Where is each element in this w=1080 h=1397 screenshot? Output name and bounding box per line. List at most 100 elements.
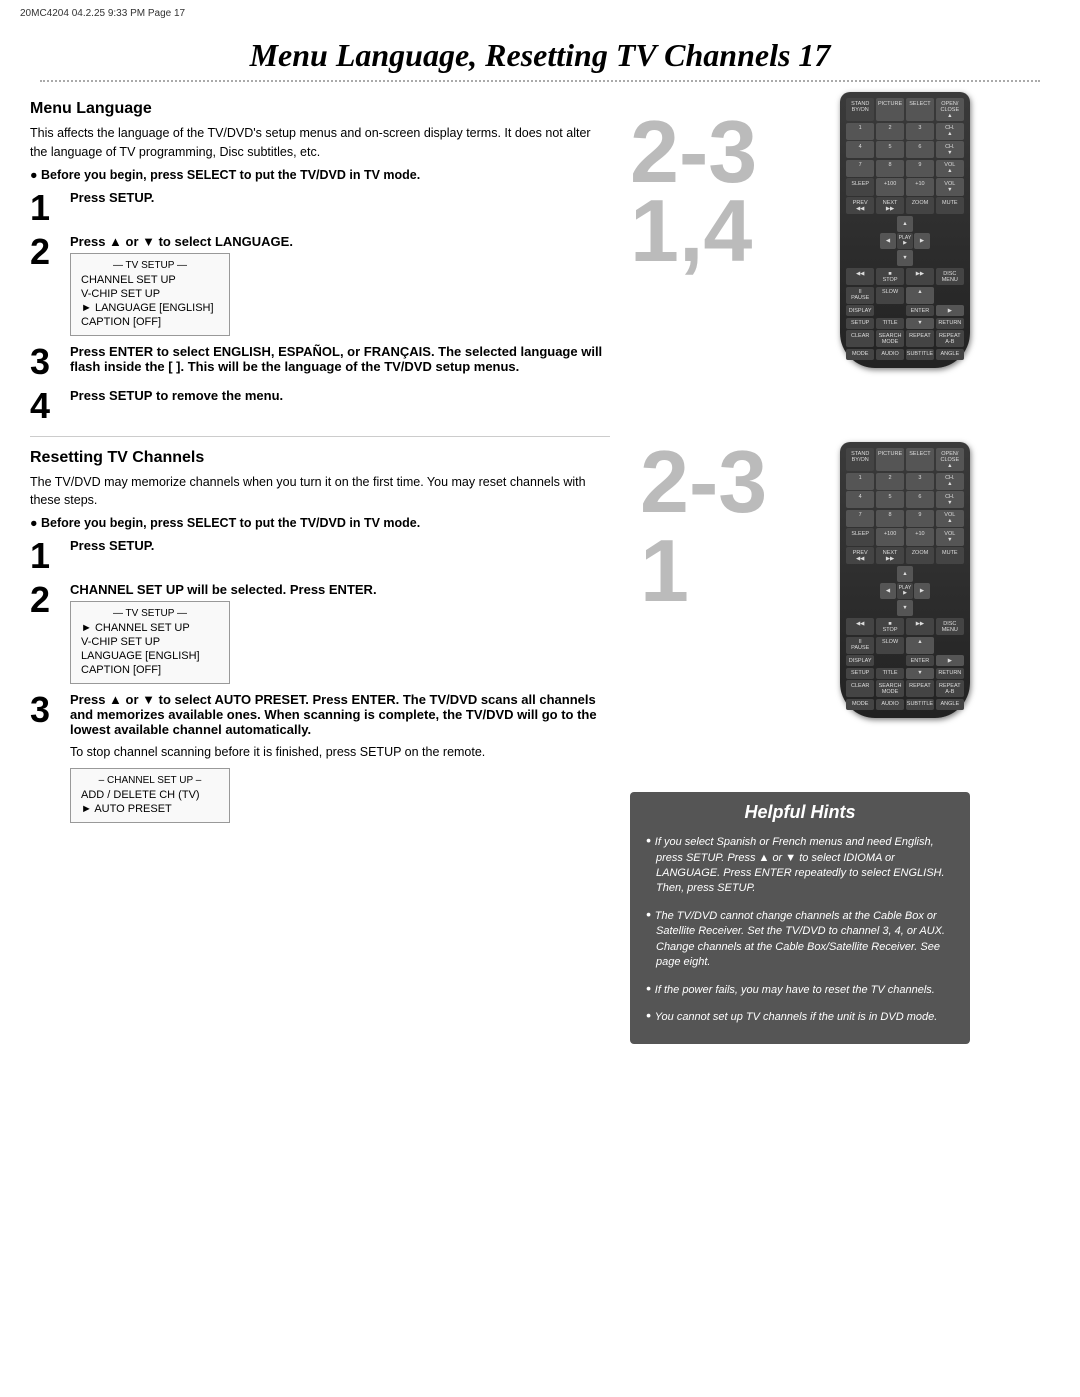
- b-btn-2[interactable]: 2: [876, 473, 904, 490]
- b-enter-btn[interactable]: ENTER: [906, 655, 934, 666]
- b-stop-btn[interactable]: ■STOP: [876, 618, 904, 635]
- b-nav-right[interactable]: ▶: [914, 583, 930, 599]
- nav-up2[interactable]: ▲: [906, 287, 934, 304]
- b-ff-btn[interactable]: ▶▶: [906, 618, 934, 635]
- b-pause-btn[interactable]: IIPAUSE: [846, 637, 874, 654]
- b-btn-ch-dn[interactable]: CH.▼: [936, 491, 964, 508]
- nav-left[interactable]: ◀: [880, 233, 896, 249]
- display-btn[interactable]: DISPLAY: [846, 305, 874, 316]
- btn-vol-dn[interactable]: VOL▼: [936, 178, 964, 195]
- disc-menu-btn[interactable]: DISCMENU: [936, 268, 964, 285]
- setup-btn[interactable]: SETUP: [846, 318, 874, 329]
- zoom-btn[interactable]: ZOOM: [906, 197, 934, 214]
- b-sleep-btn[interactable]: SLEEP: [846, 528, 874, 545]
- btn-ch-up[interactable]: CH.▲: [936, 123, 964, 140]
- slow-btn[interactable]: SLOW: [876, 287, 904, 304]
- b-btn-vol-up[interactable]: VOL▲: [936, 510, 964, 527]
- b-slow-btn[interactable]: SLOW: [876, 637, 904, 654]
- btn-4[interactable]: 4: [846, 141, 874, 158]
- btn-8[interactable]: 8: [876, 160, 904, 177]
- angle-btn[interactable]: ANGLE: [936, 349, 964, 360]
- next-btn[interactable]: NEXT▶▶: [876, 197, 904, 214]
- b-btn-7[interactable]: 7: [846, 510, 874, 527]
- return-btn[interactable]: RETURN: [936, 318, 964, 329]
- btn-10[interactable]: +10: [906, 178, 934, 195]
- b-disc-menu-btn[interactable]: DISCMENU: [936, 618, 964, 635]
- b-mode-btn[interactable]: MODE: [846, 699, 874, 710]
- subtitle-btn[interactable]: SUBTITLE: [906, 349, 934, 360]
- search-mode-btn[interactable]: SEARCHMODE: [876, 330, 904, 347]
- mode-btn[interactable]: MODE: [846, 349, 874, 360]
- btn-100[interactable]: +100: [876, 178, 904, 195]
- b-select-btn[interactable]: SELECT: [906, 448, 934, 471]
- b-nav-down[interactable]: ▼: [897, 600, 913, 616]
- nav-up[interactable]: ▲: [897, 216, 913, 232]
- stop-btn[interactable]: ■STOP: [876, 268, 904, 285]
- b-clear-btn[interactable]: CLEAR: [846, 680, 874, 697]
- b-setup-btn[interactable]: SETUP: [846, 668, 874, 679]
- b-angle-btn[interactable]: ANGLE: [936, 699, 964, 710]
- btn-1[interactable]: 1: [846, 123, 874, 140]
- btn-ch-dn[interactable]: CH.▼: [936, 141, 964, 158]
- standby-btn[interactable]: STANDBY/ON: [846, 98, 874, 121]
- b-nav-left[interactable]: ◀: [880, 583, 896, 599]
- audio-btn[interactable]: AUDIO: [876, 349, 904, 360]
- b-btn-9[interactable]: 9: [906, 510, 934, 527]
- b-repeat-btn[interactable]: REPEAT: [906, 680, 934, 697]
- b-btn-5[interactable]: 5: [876, 491, 904, 508]
- repeat-btn[interactable]: REPEAT: [906, 330, 934, 347]
- b-rew-btn[interactable]: ◀◀: [846, 618, 874, 635]
- b-display-btn[interactable]: DISPLAY: [846, 655, 874, 666]
- nav-right[interactable]: ▶: [914, 233, 930, 249]
- title-btn[interactable]: TITLE: [876, 318, 904, 329]
- b-btn-100[interactable]: +100: [876, 528, 904, 545]
- b-standby-btn[interactable]: STANDBY/ON: [846, 448, 874, 471]
- b-btn-4[interactable]: 4: [846, 491, 874, 508]
- b-mute-btn[interactable]: MUTE: [936, 547, 964, 564]
- b-nav-center[interactable]: PLAY▶: [897, 583, 913, 599]
- picture-btn[interactable]: PICTURE: [876, 98, 904, 121]
- nav-center[interactable]: PLAY▶: [897, 233, 913, 249]
- prev-btn[interactable]: PREV◀◀: [846, 197, 874, 214]
- mute-btn[interactable]: MUTE: [936, 197, 964, 214]
- b-nav-up2[interactable]: ▲: [906, 637, 934, 654]
- enter-btn[interactable]: ENTER: [906, 305, 934, 316]
- btn-9[interactable]: 9: [906, 160, 934, 177]
- b-nav-dn2[interactable]: ▼: [906, 668, 934, 679]
- b-prev-btn[interactable]: PREV◀◀: [846, 547, 874, 564]
- repeat2-btn[interactable]: REPEATA-B: [936, 330, 964, 347]
- btn-7[interactable]: 7: [846, 160, 874, 177]
- b-btn-1[interactable]: 1: [846, 473, 874, 490]
- open-close-btn[interactable]: OPEN/CLOSE▲: [936, 98, 964, 121]
- b-btn-ch-up[interactable]: CH.▲: [936, 473, 964, 490]
- select-btn[interactable]: SELECT: [906, 98, 934, 121]
- b-return-btn[interactable]: RETURN: [936, 668, 964, 679]
- nav-down[interactable]: ▼: [897, 250, 913, 266]
- b-btn-8[interactable]: 8: [876, 510, 904, 527]
- nav-dn2[interactable]: ▼: [906, 318, 934, 329]
- b-audio-btn[interactable]: AUDIO: [876, 699, 904, 710]
- clear-btn[interactable]: CLEAR: [846, 330, 874, 347]
- ff-btn[interactable]: ▶▶: [906, 268, 934, 285]
- btn-3[interactable]: 3: [906, 123, 934, 140]
- b-picture-btn[interactable]: PICTURE: [876, 448, 904, 471]
- b-btn-10[interactable]: +10: [906, 528, 934, 545]
- b-zoom-btn[interactable]: ZOOM: [906, 547, 934, 564]
- b-nav-up[interactable]: ▲: [897, 566, 913, 582]
- b-next-btn[interactable]: NEXT▶▶: [876, 547, 904, 564]
- rew-btn[interactable]: ◀◀: [846, 268, 874, 285]
- nav-right2[interactable]: ▶: [936, 305, 964, 316]
- b-repeat2-btn[interactable]: REPEATA-B: [936, 680, 964, 697]
- btn-2[interactable]: 2: [876, 123, 904, 140]
- b-subtitle-btn[interactable]: SUBTITLE: [906, 699, 934, 710]
- sleep-btn[interactable]: SLEEP: [846, 178, 874, 195]
- b-btn-3[interactable]: 3: [906, 473, 934, 490]
- b-nav-right2[interactable]: ▶: [936, 655, 964, 666]
- btn-vol-up[interactable]: VOL▲: [936, 160, 964, 177]
- b-btn-vol-dn[interactable]: VOL▼: [936, 528, 964, 545]
- btn-5[interactable]: 5: [876, 141, 904, 158]
- b-btn-6[interactable]: 6: [906, 491, 934, 508]
- b-open-close-btn[interactable]: OPEN/CLOSE▲: [936, 448, 964, 471]
- pause-btn[interactable]: IIPAUSE: [846, 287, 874, 304]
- b-title-btn[interactable]: TITLE: [876, 668, 904, 679]
